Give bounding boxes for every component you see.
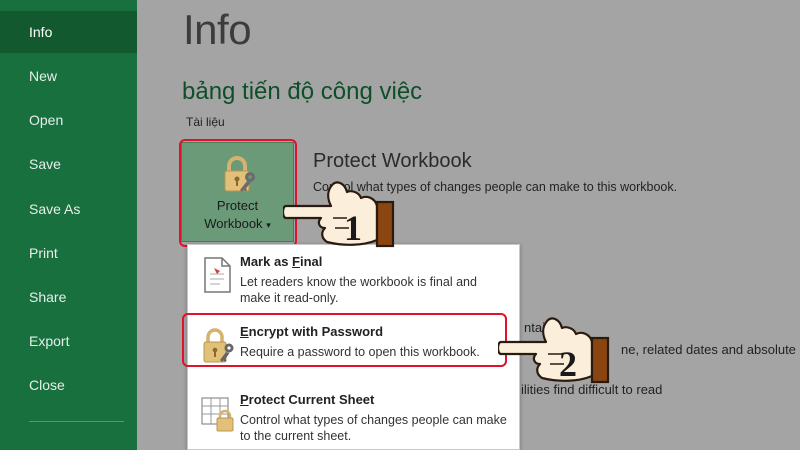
- pointing-hand-icon: 2: [498, 317, 610, 384]
- sidebar-item-save[interactable]: Save: [0, 143, 137, 185]
- highlight-frame-encrypt: [182, 313, 507, 367]
- menu-item-protect-current-sheet[interactable]: Protect Current Sheet Control what types…: [188, 383, 519, 445]
- page-title: Info: [183, 6, 252, 53]
- sidebar-item-share[interactable]: Share: [0, 276, 137, 318]
- workbook-location: Tài liệu: [186, 115, 225, 129]
- sidebar-item-new[interactable]: New: [0, 55, 137, 97]
- sidebar-divider: [29, 421, 124, 422]
- protect-workbook-heading: Protect Workbook: [313, 150, 472, 172]
- inspect-text-partial-2: ne, related dates and absolute: [621, 342, 796, 357]
- sidebar-item-save-as[interactable]: Save As: [0, 188, 137, 230]
- backstage-sidebar: Info New Open Save Save As Print Share E…: [0, 0, 137, 450]
- sidebar-item-close[interactable]: Close: [0, 364, 137, 406]
- menu-item-description: Let readers know the workbook is final a…: [240, 275, 477, 305]
- workbook-name: bảng tiến độ công việc: [182, 78, 423, 105]
- document-final-icon: [204, 257, 231, 293]
- menu-item-description: Control what types of changes people can…: [240, 413, 507, 443]
- highlight-frame-protect: [179, 139, 297, 247]
- sidebar-item-open[interactable]: Open: [0, 99, 137, 141]
- sidebar-item-info[interactable]: Info: [0, 11, 137, 53]
- pointing-hand-icon: 1: [283, 181, 395, 248]
- step-number-1: 1: [344, 208, 362, 248]
- step-number-2: 2: [559, 344, 577, 384]
- menu-item-mark-as-final[interactable]: Mark as Final Let readers know the workb…: [188, 245, 519, 307]
- sidebar-item-print[interactable]: Print: [0, 232, 137, 274]
- sheet-lock-icon: [201, 397, 234, 432]
- sidebar-item-export[interactable]: Export: [0, 320, 137, 362]
